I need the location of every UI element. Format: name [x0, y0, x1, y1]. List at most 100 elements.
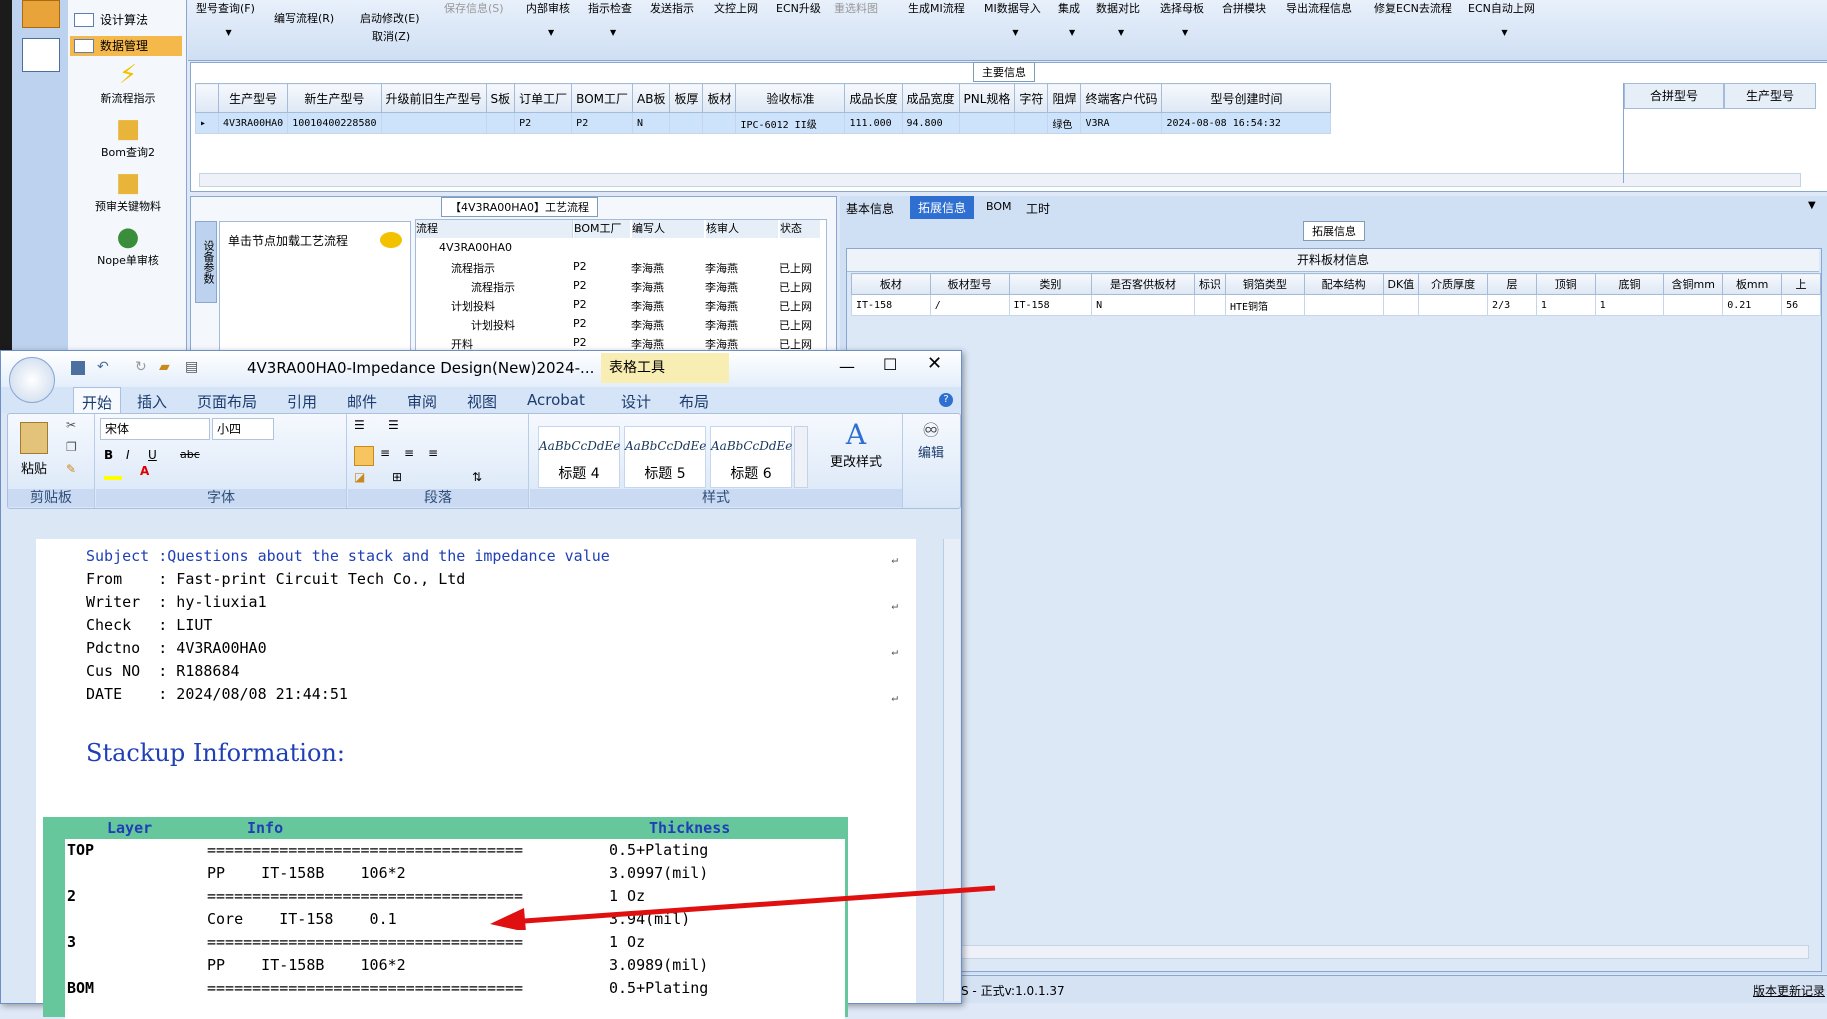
col-header[interactable]: 底铜	[1594, 273, 1665, 295]
col-header[interactable]: 终端客户代码	[1080, 83, 1163, 113]
table-cell[interactable]: IPC-6012 II级	[735, 112, 846, 134]
font-size-select[interactable]: 小四	[212, 418, 274, 440]
col-header[interactable]: 新生产型号	[287, 83, 382, 113]
col-header[interactable]: 上	[1781, 273, 1821, 295]
col-header[interactable]: 成品宽度	[901, 83, 960, 113]
tab-view[interactable]: 视图	[467, 391, 497, 412]
col-header[interactable]: AB板	[631, 83, 671, 113]
table-cell[interactable]	[1663, 294, 1724, 316]
table-cell[interactable]: 2024-08-08 16:54:32	[1161, 112, 1332, 134]
style-heading-4[interactable]: AaBbCcDdEe 标题 4	[538, 426, 620, 488]
numbering-icon[interactable]: ☰	[388, 418, 399, 432]
equipment-params-side-tab[interactable]: 设备参数	[195, 221, 217, 303]
tb-model-query[interactable]: 型号查询(F) ▼	[196, 0, 255, 37]
redo-icon[interactable]: ↻	[135, 359, 147, 375]
col-header[interactable]: BOM工厂	[574, 220, 630, 238]
col-header[interactable]: 是否客供板材	[1091, 273, 1195, 295]
col-header[interactable]: 含铜mm	[1663, 273, 1724, 295]
tb-internal-review[interactable]: 内部审核 ▼	[526, 0, 570, 37]
help-icon[interactable]: ?	[939, 393, 953, 407]
col-header[interactable]: 型号创建时间	[1161, 83, 1332, 113]
tb-doc-control-online[interactable]: 文控上网	[714, 0, 758, 16]
font-name-select[interactable]: 宋体	[100, 418, 210, 440]
tb-ecn-auto-online[interactable]: ECN自动上网 ▼	[1468, 0, 1535, 37]
align-center-icon[interactable]: ≡	[380, 446, 390, 460]
col-header[interactable]: PNL规格	[958, 83, 1016, 113]
tb-export-flow-info[interactable]: 导出流程信息	[1286, 0, 1352, 16]
print-icon[interactable]: ▤	[185, 359, 198, 375]
col-header[interactable]: 订单工厂	[514, 83, 573, 113]
tb-select-mother-board[interactable]: 选择母板 ▼	[1160, 0, 1204, 37]
col-header[interactable]: 铜箔类型	[1224, 273, 1305, 295]
copy-icon[interactable]: ❐	[66, 440, 77, 454]
nav-item-data-management[interactable]: 数据管理	[70, 36, 182, 56]
bold-button[interactable]: B	[104, 448, 113, 462]
table-cell[interactable]: N	[631, 112, 671, 134]
tree-row[interactable]: 4V3RA00HA0	[415, 239, 825, 257]
table-cell[interactable]: P2	[571, 112, 633, 134]
style-heading-6[interactable]: AaBbCcDdEe 标题 6	[710, 426, 792, 488]
table-row[interactable]: IT-158 / IT-158 N HTE铜箔 2/3 1 1 0.21 56	[851, 294, 1821, 316]
bullets-icon[interactable]: ☰	[354, 418, 365, 432]
tile-new-flow-instruction[interactable]: ⚡ 新流程指示	[72, 62, 184, 106]
maximize-button[interactable]: ☐	[883, 355, 897, 374]
cut-icon[interactable]: ✂	[66, 418, 76, 432]
table-cell[interactable]	[1014, 112, 1049, 134]
col-header[interactable]: 流程	[416, 220, 573, 238]
col-header[interactable]: 生产型号	[217, 83, 289, 113]
tab-mailings[interactable]: 邮件	[347, 391, 377, 412]
table-cell[interactable]: 94.800	[901, 112, 960, 134]
minimize-button[interactable]: —	[839, 357, 855, 376]
tile-prereview-materials[interactable]: ■ 预审关键物料	[72, 170, 184, 214]
tb-start-modify[interactable]: 启动修改(E)	[360, 10, 420, 26]
change-styles-button[interactable]: A 更改样式	[816, 418, 896, 470]
col-header[interactable]: 板材	[851, 273, 931, 295]
tree-row[interactable]: 流程指示 P2 李海燕 李海燕 已上网	[415, 258, 825, 276]
tab-acrobat[interactable]: Acrobat	[527, 391, 585, 409]
italic-button[interactable]: I	[126, 448, 130, 462]
table-cell[interactable]	[380, 112, 487, 134]
shading-icon[interactable]: ◪	[354, 470, 365, 484]
col-header[interactable]: 合拼型号	[1624, 83, 1724, 109]
col-header[interactable]: 核审人	[706, 220, 778, 238]
tb-merge-module[interactable]: 合拼模块	[1222, 0, 1266, 16]
tb-data-compare[interactable]: 数据对比 ▼	[1096, 0, 1140, 37]
table-cell[interactable]	[1418, 294, 1489, 316]
table-cell[interactable]: 2/3	[1487, 294, 1537, 316]
horizontal-scrollbar[interactable]	[957, 945, 1809, 959]
table-cell[interactable]: P2	[514, 112, 573, 134]
save-icon[interactable]	[71, 361, 85, 375]
tb-instruction-check[interactable]: 指示检查 ▼	[588, 0, 632, 37]
tab-bom[interactable]: BOM	[986, 200, 1012, 213]
table-cell[interactable]	[1382, 294, 1420, 316]
tree-row[interactable]: 计划投料 P2 李海燕 李海燕 已上网	[415, 315, 825, 333]
col-header[interactable]: 介质厚度	[1418, 273, 1489, 295]
tab-page-layout[interactable]: 页面布局	[197, 391, 257, 412]
col-header[interactable]: 类别	[1008, 273, 1093, 295]
paste-button[interactable]: 粘贴	[14, 418, 54, 488]
tb-fix-ecn-flow[interactable]: 修复ECN去流程	[1374, 0, 1452, 16]
app-logo-icon[interactable]	[22, 0, 60, 28]
tree-row[interactable]: 计划投料 P2 李海燕 李海燕 已上网	[415, 296, 825, 314]
underline-button[interactable]: U	[148, 448, 157, 462]
table-cell[interactable]: /	[929, 294, 1010, 316]
tile-bom-query[interactable]: ■ Bom查询2	[72, 116, 184, 160]
format-painter-icon[interactable]: ✎	[66, 462, 76, 476]
tab-work-hours[interactable]: 工时	[1026, 200, 1050, 217]
sort-icon[interactable]: ⇅	[472, 470, 482, 484]
version-history-link[interactable]: 版本更新记录	[1753, 982, 1825, 999]
horizontal-scrollbar[interactable]	[199, 173, 1801, 187]
align-right-icon[interactable]: ≡	[404, 446, 414, 460]
tab-extended-info[interactable]: 拓展信息	[910, 196, 975, 219]
col-header[interactable]: 升级前旧生产型号	[380, 83, 487, 113]
tb-generate-mi-flow[interactable]: 生成MI流程	[908, 0, 965, 16]
borders-icon[interactable]: ⊞	[392, 470, 402, 484]
strikethrough-button[interactable]: abc	[180, 448, 200, 461]
col-header[interactable]: BOM工厂	[571, 83, 633, 113]
col-header[interactable]: 标识	[1193, 273, 1226, 295]
col-header[interactable]: 字符	[1014, 83, 1049, 113]
align-left-icon[interactable]	[354, 446, 374, 466]
table-cell[interactable]: N	[1091, 294, 1195, 316]
table-cell[interactable]: 0.21	[1722, 294, 1783, 316]
table-cell[interactable]: 绿色	[1047, 112, 1082, 134]
